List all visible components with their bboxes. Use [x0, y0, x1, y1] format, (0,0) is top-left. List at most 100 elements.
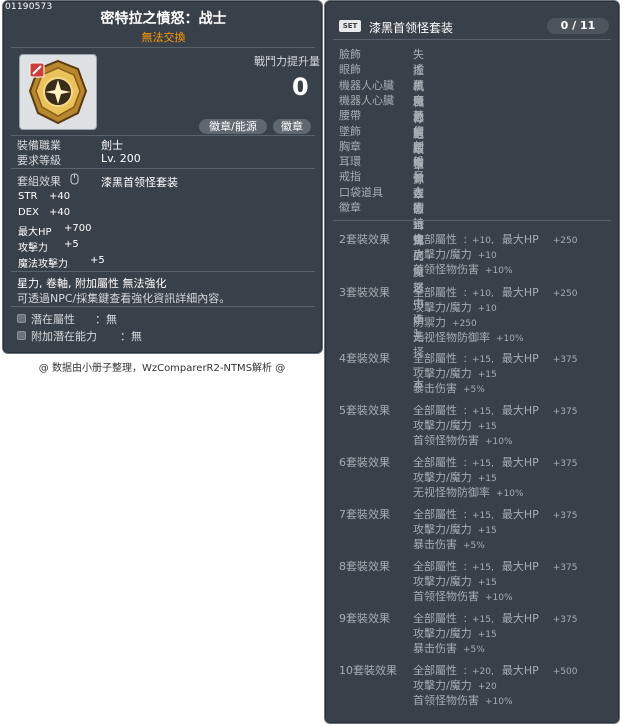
emblem-icon	[28, 59, 88, 125]
bonus-value: +10	[477, 304, 497, 314]
set-item-slot: 腰帶	[339, 109, 361, 123]
set-bonus-label: 4套裝效果	[339, 352, 390, 365]
stat-row: 最大HP +700	[18, 223, 91, 238]
bonus-attr: 暴击伤害	[413, 538, 457, 551]
set-effect-value: 漆黑首领怪套装	[101, 176, 178, 189]
stat-row: 魔法攻擊力 +5	[18, 255, 105, 270]
set-bonus-label: 3套裝效果	[339, 286, 390, 299]
emblem-button[interactable]: 徽章	[273, 119, 311, 134]
stat-name: 最大HP	[18, 227, 52, 238]
divider	[333, 39, 611, 40]
bonus-attr: 首领怪物伤害	[413, 434, 479, 447]
bonus-attr: 攻擊力/魔力	[413, 523, 472, 536]
set-item-slot: 胸章	[339, 139, 361, 153]
set-bonus-line: 全部屬性 ：+15, 最大HP +375	[413, 506, 578, 522]
power-increase-label: 戰鬥力提升量	[254, 55, 320, 68]
set-bonus-line: 全部屬性 ：+10, 最大HP +250	[413, 231, 578, 247]
bonus-attr: 首领怪物伤害	[413, 263, 479, 276]
bonus-potential-icon	[17, 331, 26, 340]
set-bonus-label: 2套裝效果	[339, 233, 390, 246]
bonus-value: +15	[477, 630, 497, 640]
bonus-value: ：+15,	[463, 563, 494, 573]
stat-name: 魔法攻擊力	[18, 259, 68, 270]
set-name: 漆黑首领怪套装	[369, 21, 454, 35]
set-bonus-line: 攻擊力/魔力 +15	[413, 365, 497, 381]
bonus-attr: 暴击伤害	[413, 642, 457, 655]
bonus-value: +10%	[496, 334, 524, 344]
set-item-row: 胸章 创世徽章	[339, 138, 424, 201]
set-bonus-line: 全部屬性 ：+20, 最大HP +500	[413, 662, 578, 678]
stat-row: DEX +40	[18, 207, 70, 218]
bonus-value: +15	[477, 578, 497, 588]
set-item-slot: 機器人心臟	[339, 78, 394, 92]
set-item-row: 機器人心臟 黑色心脏	[339, 77, 424, 140]
bonus-attr: 防禦力	[413, 316, 446, 329]
bonus-value: +500	[552, 667, 578, 677]
set-item-row: 眼飾 遙藏魔力的眼罩	[339, 61, 424, 172]
bonus-attr: 最大HP	[501, 456, 539, 469]
bonus-value: ：+15,	[463, 511, 494, 521]
item-title: 密特拉之憤怒：战士	[100, 11, 227, 27]
set-item-slot: 墜飾	[339, 124, 361, 138]
bonus-attr: 全部屬性	[413, 456, 457, 469]
stat-value: +40	[49, 207, 71, 218]
set-bonus-label: 6套裝效果	[339, 456, 390, 469]
divider	[11, 271, 315, 272]
set-bonus-line: 全部屬性 ：+15, 最大HP +375	[413, 610, 578, 626]
bonus-attr: 最大HP	[501, 664, 539, 677]
set-item-row: 機器人心臟 完全掌控	[339, 92, 424, 155]
bonus-attr: 首领怪物伤害	[413, 694, 479, 707]
set-item-row: 徽章 密特拉之愤怒中选1	[339, 199, 424, 340]
divider	[11, 135, 315, 136]
bonus-value: +15	[477, 526, 497, 536]
potential-label: 潛在屬性	[31, 313, 75, 326]
job-value: 劍士	[101, 139, 123, 152]
set-bonus-line: 无视怪物防御率 +10%	[413, 329, 524, 345]
enhance-note: 可透過NPC/採集鍵查看強化資訊詳細內容。	[17, 292, 231, 305]
potential-value: ：無	[95, 313, 117, 326]
bonus-attr: 全部屬性	[413, 664, 457, 677]
bonus-attr: 最大HP	[501, 404, 539, 417]
set-bonus-line: 攻擊力/魔力 +10	[413, 299, 497, 315]
potential-icon	[17, 314, 26, 323]
bonus-value: +375	[552, 355, 578, 365]
bonus-value: +5%	[463, 385, 485, 395]
bonus-value: +250	[552, 289, 578, 299]
bonus-attr: 首领怪物伤害	[413, 590, 479, 603]
bonus-attr: 全部屬性	[413, 286, 457, 299]
bonus-attr: 攻擊力/魔力	[413, 248, 472, 261]
bonus-value: +15	[477, 474, 497, 484]
bonus-attr: 最大HP	[501, 612, 539, 625]
stat-value: +5	[64, 239, 79, 250]
set-tooltip-panel: SET 漆黑首领怪套装 0 / 11 臉飾 失控机械标记 眼飾 遙藏魔力的眼罩 機器人心…	[324, 0, 620, 724]
set-bonus-line: 首领怪物伤害 +10%	[413, 692, 513, 708]
bonus-attr: 最大HP	[501, 508, 539, 521]
stat-value: +40	[49, 191, 71, 202]
stat-row: STR +40	[18, 191, 70, 202]
bonus-value: ：+10,	[463, 236, 494, 246]
bonus-attr: 攻擊力/魔力	[413, 575, 472, 588]
bonus-value: ：+15,	[463, 355, 494, 365]
set-bonus-label: 9套裝效果	[339, 612, 390, 625]
set-item-row: 腰帶 梦幻腰带	[339, 107, 424, 170]
trade-restriction: 無法交換	[141, 31, 186, 44]
set-bonus-line: 攻擊力/魔力 +15	[413, 469, 497, 485]
stat-row: 攻擊力 +5	[18, 239, 79, 254]
bonus-value: +375	[552, 407, 578, 417]
bonus-value: +10%	[496, 489, 524, 499]
set-item-slot: 耳環	[339, 155, 361, 169]
set-item-slot: 口袋道具	[339, 185, 383, 199]
bonus-value: +5%	[463, 645, 485, 655]
set-bonus-label: 5套裝效果	[339, 404, 390, 417]
item-icon-frame	[19, 54, 97, 130]
bonus-value: ：+15,	[463, 407, 494, 417]
bonus-value: +20	[477, 682, 497, 692]
emblem-power-button[interactable]: 徽章/能源	[199, 119, 267, 134]
credit-text: @ 数据由小册子整理，WzComparerR2-NTMS解析 @	[38, 363, 286, 374]
bonus-value: +375	[552, 563, 578, 573]
set-bonus-line: 全部屬性 ：+15, 最大HP +375	[413, 350, 578, 366]
set-item-row: 墜飾 痛苦根源	[339, 123, 424, 186]
set-bonus-label: 10套裝效果	[339, 664, 397, 677]
bonus-value: +10%	[485, 437, 513, 447]
bonus-value: +375	[552, 615, 578, 625]
